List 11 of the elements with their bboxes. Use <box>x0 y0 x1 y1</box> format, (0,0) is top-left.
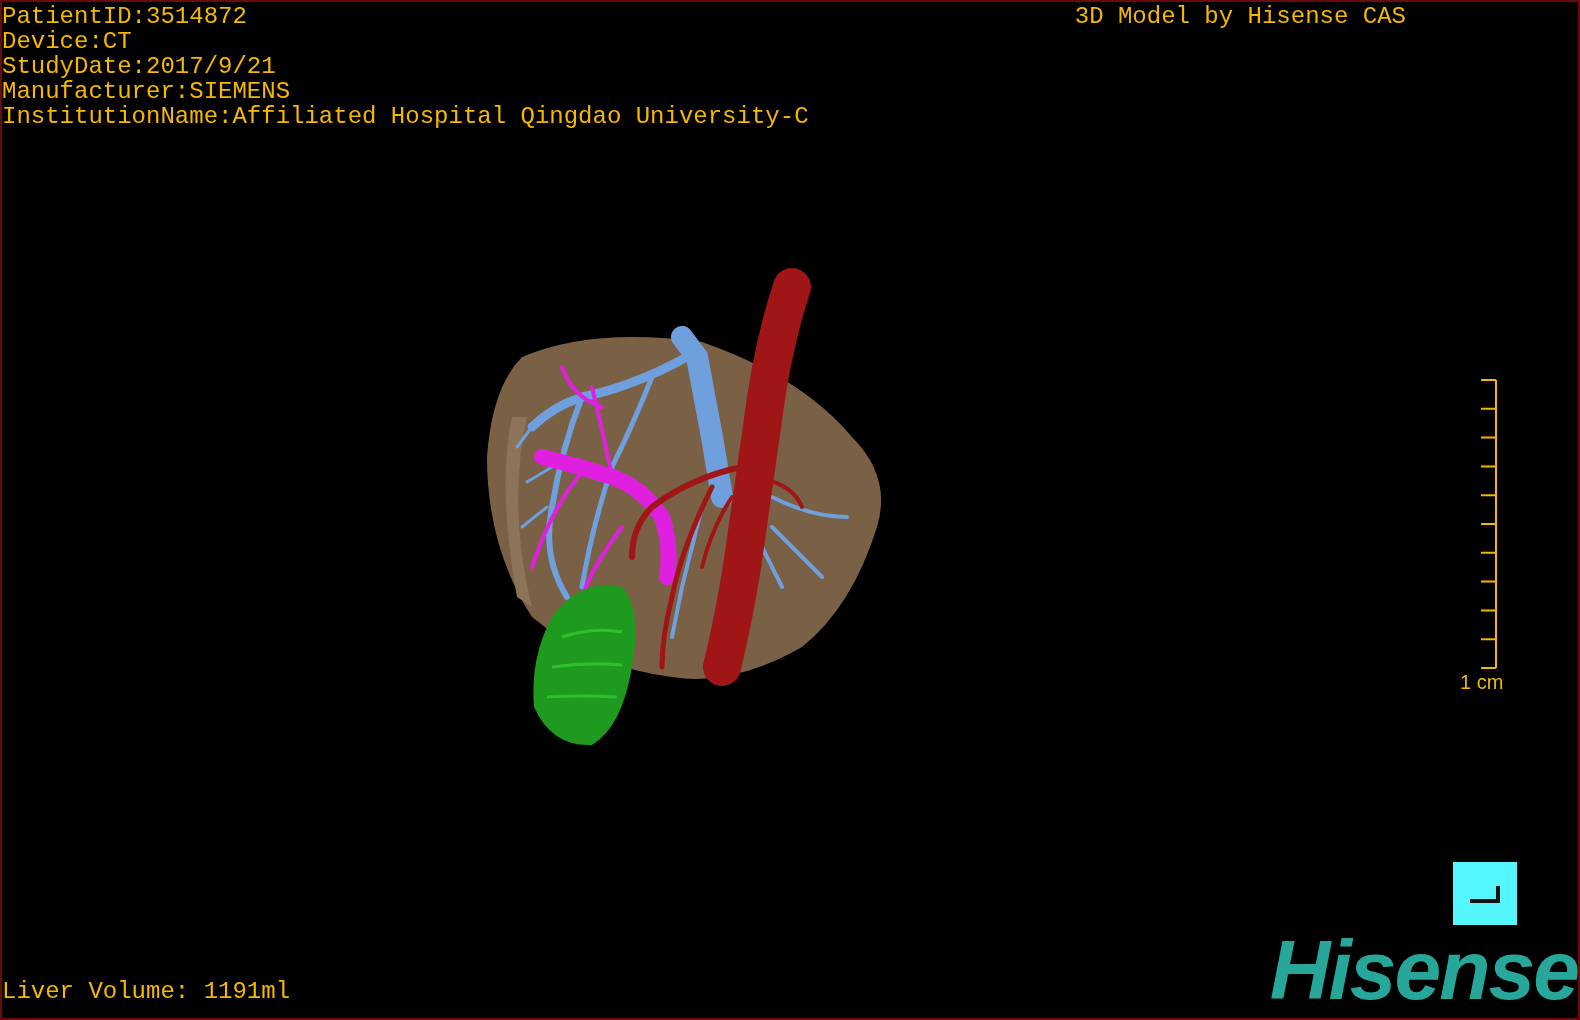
corner-button[interactable] <box>1453 862 1517 925</box>
info-line: Manufacturer:SIEMENS <box>2 79 292 104</box>
logo: Hisense <box>1269 930 1578 1010</box>
model-credit: 3D Model by Hisense CAS <box>1074 4 1406 32</box>
info-line: InstitutionName:Affiliated Hospital Qingdao University-C <box>2 104 809 129</box>
info-line: Device:CT <box>2 29 133 54</box>
info-line: PatientID:3514872 <box>2 4 248 29</box>
scale-label: 1 cm <box>1460 671 1504 693</box>
corner-icon <box>1468 883 1502 904</box>
info-line: StudyDate:2017/9/21 <box>2 54 277 79</box>
liver-volume: Liver Volume: 1191ml <box>2 979 291 1004</box>
